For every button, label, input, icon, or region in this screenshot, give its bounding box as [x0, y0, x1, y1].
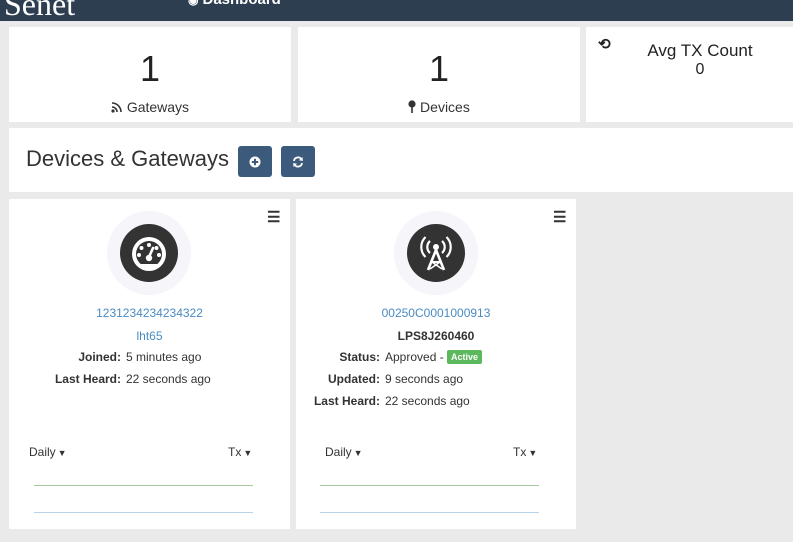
- metric-label: Tx: [513, 445, 527, 459]
- detail-row: Last Heard: 22 seconds ago: [296, 394, 576, 416]
- period-dropdown[interactable]: Daily ▼: [325, 445, 363, 459]
- status-label: Status:: [339, 350, 380, 364]
- dashboard-icon: ◉: [188, 0, 199, 7]
- stat-devices: 1 Devices: [298, 27, 580, 122]
- metric-dropdown[interactable]: Tx ▼: [513, 445, 537, 459]
- detail-row: Status: Approved - Active: [296, 350, 576, 372]
- nav-dashboard-link[interactable]: ◉Dashboard: [188, 0, 281, 8]
- caret-down-icon: ▼: [57, 448, 67, 458]
- devices-count: 1: [428, 48, 450, 89]
- top-navbar: Senet ◉Dashboard: [0, 0, 793, 21]
- antenna-tower-icon: [407, 224, 465, 282]
- detail-value: 5 minutes ago: [126, 350, 202, 364]
- gateway-id-link[interactable]: 00250C0001000913: [296, 306, 576, 320]
- plus-circle-icon: [249, 156, 261, 167]
- gauge-icon: [120, 224, 178, 282]
- caret-down-icon: ▼: [243, 448, 253, 458]
- metric-dropdown[interactable]: Tx ▼: [228, 445, 252, 459]
- card-menu-icon[interactable]: ☰: [553, 208, 566, 226]
- refresh-icon: [293, 156, 303, 167]
- avg-tx-label: Avg TX Count: [647, 41, 753, 60]
- status-value: Approved - Active: [385, 350, 483, 372]
- device-icon-halo: [107, 211, 191, 295]
- caret-down-icon: ▼: [528, 448, 538, 458]
- avg-tx-value: 0: [695, 61, 705, 78]
- devices-label: Devices: [420, 99, 470, 115]
- status-badge: Active: [447, 350, 483, 364]
- detail-row: Updated: 9 seconds ago: [296, 372, 576, 394]
- tx-sparkline: [34, 485, 253, 486]
- detail-value: 9 seconds ago: [385, 372, 464, 386]
- history-icon: ⟲: [598, 36, 611, 53]
- stat-avg-tx: ⟲ Avg TX Count 0: [586, 27, 793, 122]
- gateways-label: Gateways: [126, 99, 190, 115]
- detail-value: 22 seconds ago: [385, 394, 470, 408]
- devices-label-row: Devices: [298, 99, 580, 115]
- pin-icon: [408, 99, 420, 115]
- gateways-count: 1: [139, 48, 161, 89]
- status-text: Approved -: [385, 350, 444, 364]
- detail-label: Updated:: [328, 372, 380, 386]
- tx-sparkline: [320, 485, 539, 486]
- detail-row: Last Heard: 22 seconds ago: [9, 372, 290, 394]
- devices-gateways-header: Devices & Gateways: [9, 128, 793, 192]
- detail-label: Last Heard:: [54, 372, 121, 386]
- wifi-feed-icon: [111, 99, 127, 115]
- card-menu-icon[interactable]: ☰: [267, 208, 280, 226]
- gateway-details: Status: Approved - Active Updated: 9 sec…: [296, 350, 576, 416]
- period-label: Daily: [29, 445, 56, 459]
- stat-gateways: 1 Gateways: [9, 27, 291, 122]
- gateway-icon-halo: [394, 211, 478, 295]
- device-id-link[interactable]: 1231234234234322: [9, 306, 290, 320]
- gateway-name: LPS8J260460: [397, 329, 475, 343]
- detail-label: Last Heard:: [313, 394, 380, 408]
- metric-label: Tx: [228, 445, 242, 459]
- refresh-button[interactable]: [281, 146, 315, 177]
- nav-dashboard-label: Dashboard: [202, 0, 280, 8]
- section-title: Devices & Gateways: [26, 146, 229, 171]
- gateway-card: ☰ 00250C0001000913 LPS8J260460 Status: A…: [296, 199, 576, 529]
- brand-logo[interactable]: Senet: [4, 0, 75, 21]
- device-details: Joined: 5 minutes ago Last Heard: 22 sec…: [9, 350, 290, 394]
- gateways-label-row: Gateways: [9, 99, 291, 115]
- period-dropdown[interactable]: Daily ▼: [29, 445, 67, 459]
- add-button[interactable]: [238, 146, 272, 177]
- device-card: ☰ 1231234234234322 lht65 Joined: 5 minut…: [9, 199, 290, 529]
- detail-value: 22 seconds ago: [126, 372, 211, 386]
- rx-sparkline: [320, 512, 539, 513]
- caret-down-icon: ▼: [353, 448, 363, 458]
- device-name-link[interactable]: lht65: [9, 329, 290, 343]
- rx-sparkline: [34, 512, 253, 513]
- detail-label: Joined:: [78, 350, 121, 364]
- period-label: Daily: [325, 445, 352, 459]
- detail-row: Joined: 5 minutes ago: [9, 350, 290, 372]
